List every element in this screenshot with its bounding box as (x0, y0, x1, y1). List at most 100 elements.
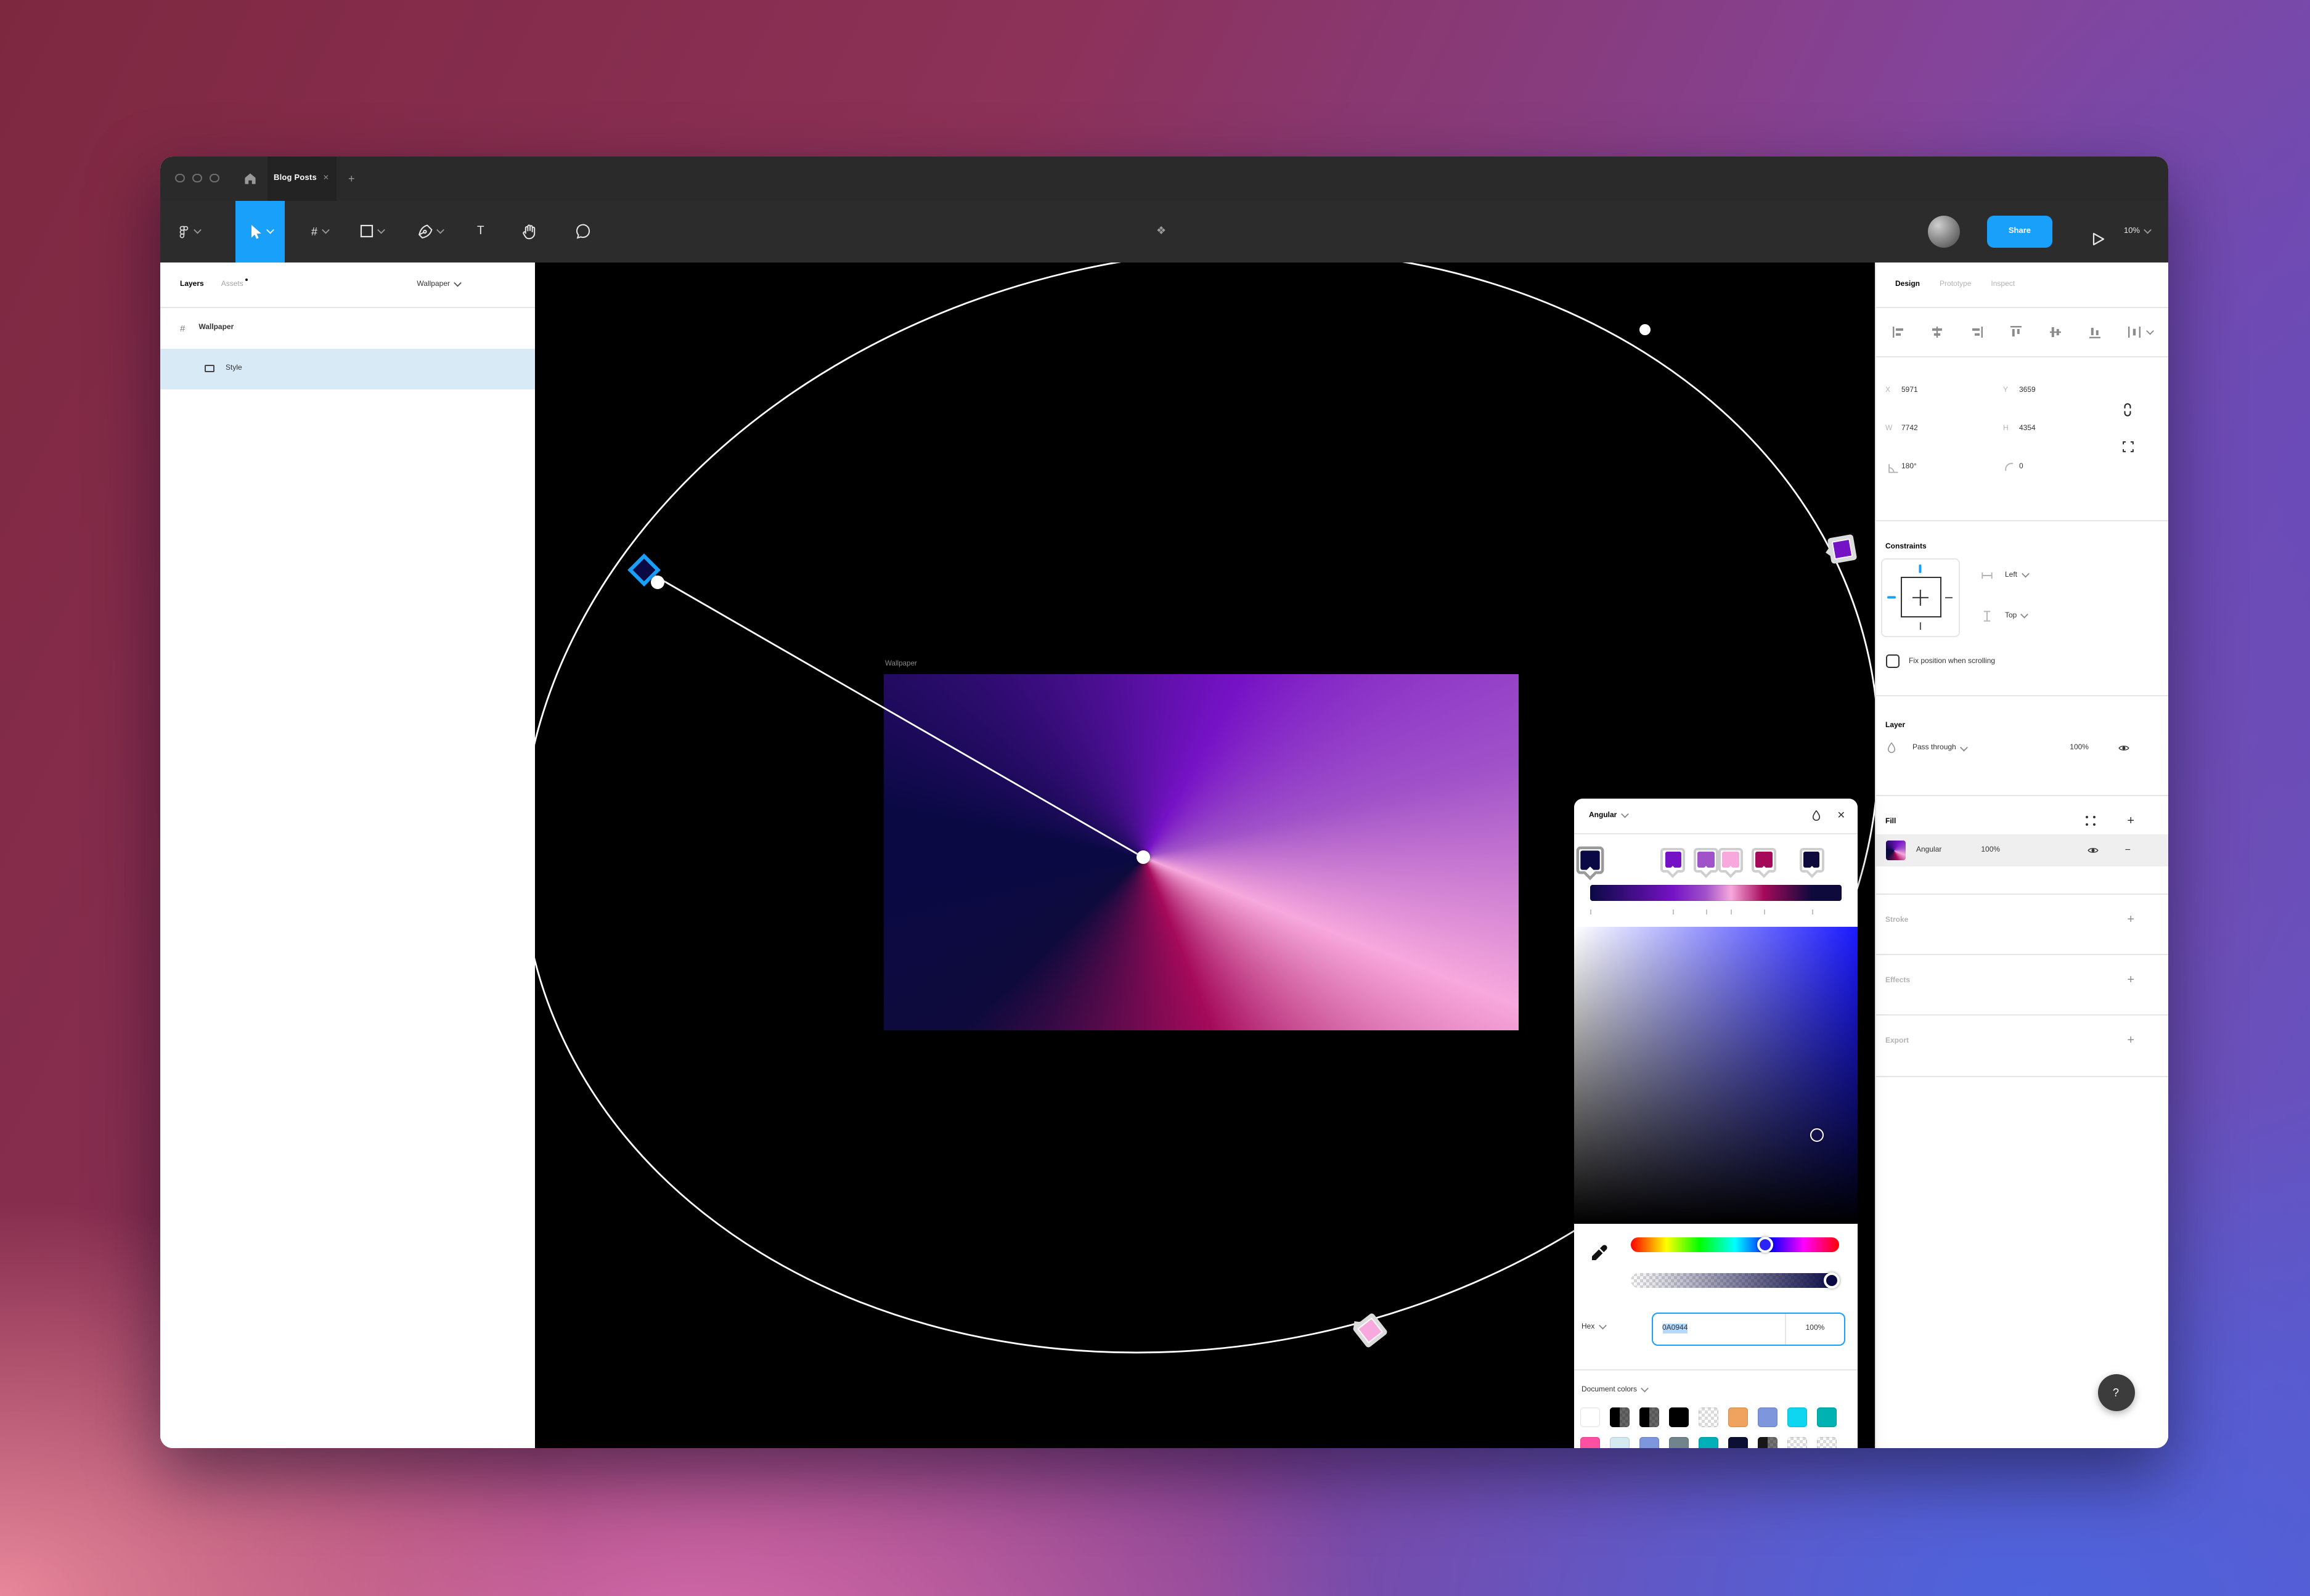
height-input[interactable]: 4354 (2019, 425, 2036, 433)
add-effect-button[interactable]: + (2127, 974, 2134, 987)
ellipse-point-dot[interactable] (1639, 324, 1650, 335)
align-bottom-button[interactable] (2087, 324, 2103, 340)
tab-layers[interactable]: Layers (180, 280, 204, 288)
tab-blog-posts[interactable]: Blog Posts ✕ (267, 156, 336, 200)
document-color-swatch[interactable] (1758, 1436, 1777, 1447)
fill-visibility-toggle[interactable] (2086, 844, 2100, 856)
add-stroke-button[interactable]: + (2127, 913, 2134, 926)
blend-mode-select[interactable]: Pass through (1912, 744, 1956, 752)
document-color-swatch[interactable] (1580, 1436, 1600, 1447)
gradient-stop[interactable] (1752, 847, 1776, 872)
x-input[interactable]: 5971 (1901, 387, 1918, 394)
gradient-type-select[interactable]: Angular (1589, 812, 1627, 819)
rotation-input[interactable]: 180° (1901, 463, 1917, 471)
new-tab-button[interactable]: + (348, 156, 355, 200)
gradient-stop-selected[interactable] (1577, 846, 1604, 874)
share-button[interactable]: Share (1987, 215, 2052, 247)
layer-row-wallpaper-frame[interactable]: # Wallpaper (160, 307, 534, 348)
fill-styles-icon[interactable] (2085, 815, 2096, 826)
add-export-button[interactable]: + (2127, 1034, 2134, 1048)
tab-design[interactable]: Design (1895, 280, 1920, 288)
document-color-swatch[interactable] (1610, 1436, 1630, 1447)
document-color-swatch[interactable] (1580, 1407, 1600, 1427)
fill-row-angular[interactable]: Angular 100% − (1875, 834, 2168, 866)
document-color-swatch[interactable] (1699, 1436, 1718, 1447)
maximize-window-button[interactable] (210, 174, 219, 183)
add-fill-button[interactable]: + (2127, 814, 2134, 828)
independent-corners-toggle[interactable] (2120, 439, 2136, 453)
opacity-input[interactable]: 100% (1785, 1313, 1844, 1345)
remove-fill-button[interactable]: − (2125, 844, 2131, 855)
corner-radius-input[interactable]: 0 (2019, 463, 2023, 471)
alpha-slider-thumb[interactable] (1824, 1272, 1840, 1288)
align-horizontal-center-button[interactable] (1930, 324, 1946, 340)
hex-value-input[interactable]: 0A0944 (1652, 1325, 1785, 1333)
align-right-button[interactable] (1969, 324, 1985, 340)
home-icon[interactable] (236, 156, 263, 200)
document-color-swatch[interactable] (1787, 1407, 1807, 1427)
align-top-button[interactable] (2008, 324, 2024, 340)
tab-inspect[interactable]: Inspect (1991, 280, 2015, 288)
document-color-swatch[interactable] (1817, 1407, 1837, 1427)
document-color-swatch[interactable] (1699, 1407, 1718, 1427)
gradient-stop[interactable] (1799, 847, 1824, 872)
constraint-left-active[interactable] (1887, 596, 1895, 599)
document-color-swatch[interactable] (1817, 1436, 1837, 1447)
gradient-stop[interactable] (1661, 847, 1686, 872)
close-picker-icon[interactable]: ✕ (1837, 810, 1845, 821)
document-color-swatch[interactable] (1758, 1407, 1777, 1427)
distribute-menu-button[interactable] (2126, 324, 2153, 340)
fill-type[interactable]: Angular (1916, 846, 1941, 853)
frame-tool-button[interactable]: # (311, 200, 328, 262)
close-window-button[interactable] (175, 174, 184, 183)
layer-opacity-input[interactable]: 100% (2070, 744, 2089, 752)
constraint-bottom[interactable] (1919, 622, 1920, 629)
layer-row-style-selected[interactable]: Style (160, 348, 534, 389)
gradient-stop[interactable] (1718, 847, 1743, 872)
document-color-swatch[interactable] (1610, 1407, 1630, 1427)
align-vertical-center-button[interactable] (2047, 324, 2063, 340)
constrain-proportions-toggle[interactable] (2120, 401, 2136, 417)
text-tool-button[interactable]: T (477, 200, 484, 262)
minimize-window-button[interactable] (192, 174, 202, 183)
constraints-widget[interactable] (1880, 558, 1959, 637)
blend-droplet-icon[interactable] (1885, 741, 1896, 755)
fill-thumbnail[interactable] (1885, 840, 1905, 860)
page-selector[interactable]: Wallpaper (417, 280, 460, 288)
hand-tool-button[interactable] (521, 200, 537, 262)
gradient-center-dot[interactable] (1137, 850, 1150, 864)
gradient-stop[interactable] (1694, 847, 1718, 872)
gradient-axis-line[interactable] (644, 569, 1143, 857)
document-color-swatch[interactable] (1728, 1407, 1748, 1427)
document-color-swatch[interactable] (1669, 1407, 1689, 1427)
fill-opacity-input[interactable]: 100% (1981, 846, 2000, 853)
hue-slider[interactable] (1630, 1237, 1839, 1252)
help-button[interactable]: ? (2097, 1374, 2134, 1411)
move-tool-button[interactable] (235, 200, 284, 262)
gradient-endpoint-dot[interactable] (651, 576, 664, 589)
main-menu-button[interactable] (160, 200, 215, 262)
avatar[interactable] (1928, 215, 1960, 247)
pen-tool-button[interactable] (416, 200, 443, 262)
document-color-swatch[interactable] (1639, 1436, 1659, 1447)
comment-tool-button[interactable] (574, 200, 590, 262)
width-input[interactable]: 7742 (1901, 425, 1918, 433)
gradient-stop-handle-purple[interactable] (1827, 534, 1857, 564)
hue-slider-thumb[interactable] (1758, 1236, 1774, 1252)
fix-position-row[interactable]: Fix position when scrolling (1885, 654, 1995, 668)
gradient-stops-track[interactable] (1590, 846, 1842, 877)
blend-droplet-icon[interactable] (1811, 808, 1822, 823)
eyedropper-icon[interactable] (1589, 1243, 1607, 1261)
zoom-menu[interactable]: 10% (2124, 227, 2150, 235)
shape-tool-button[interactable] (360, 200, 384, 262)
alpha-slider[interactable] (1630, 1272, 1839, 1287)
y-input[interactable]: 3659 (2019, 387, 2036, 394)
tab-assets[interactable]: Assets (221, 280, 243, 288)
resources-widget-icon[interactable]: ❖ (1156, 200, 1166, 262)
fix-position-checkbox[interactable] (1885, 654, 1899, 668)
document-color-swatch[interactable] (1787, 1436, 1807, 1447)
gradient-preview-bar[interactable] (1590, 884, 1842, 900)
horizontal-constraint-select[interactable]: Left (1979, 568, 2028, 582)
saturation-value-area[interactable] (1574, 926, 1858, 1223)
document-color-swatch[interactable] (1728, 1436, 1748, 1447)
